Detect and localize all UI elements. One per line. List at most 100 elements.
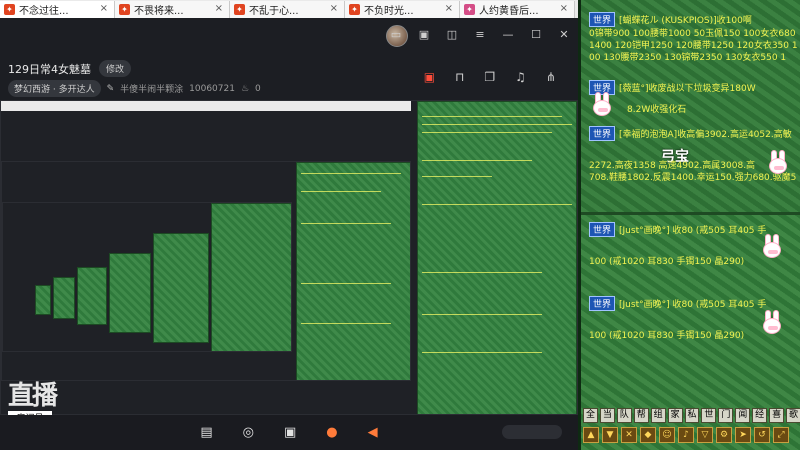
bunny-emote-icon (767, 150, 789, 176)
channel-button[interactable]: 队 (616, 408, 632, 423)
start-live-button[interactable] (502, 425, 562, 439)
speaker-icon[interactable]: ◀ (368, 425, 378, 440)
message-icon[interactable]: ▭ (390, 28, 402, 41)
preview-chat-panel (109, 253, 151, 333)
channel-button[interactable]: 全 (583, 408, 598, 423)
scroll-up-icon[interactable]: ▲ (583, 427, 599, 443)
bell-icon[interactable]: ♫ (515, 70, 526, 84)
room-subtitle: 半傻半闹半颗涂 (120, 85, 184, 95)
channel-button[interactable]: 帮 (633, 408, 649, 423)
copy-icon[interactable]: ❐ (484, 70, 495, 84)
preview-chat-panel (211, 203, 291, 351)
chat-message: 世界 [Just°画晚°] 收80 (戒505 耳405 手 (589, 222, 766, 237)
beauty-icon[interactable]: ◎ (243, 425, 254, 440)
channel-button[interactable]: 家 (667, 408, 683, 423)
tab-label: 不念过往... (19, 6, 69, 17)
browser-tab-4[interactable]: ✦ 不负时光... × (345, 1, 460, 18)
emoji-icon[interactable]: ☺ (659, 427, 675, 443)
chat-message: 8.2W收强化石 (627, 105, 687, 115)
preview-chat-panel (153, 233, 209, 343)
room-id: 10060721 (189, 83, 235, 94)
world-channel-tag[interactable]: 世界 (589, 222, 616, 237)
browser-tab-3[interactable]: ✦ 不乱于心... × (230, 1, 345, 18)
maximize-icon[interactable]: ☐ (530, 28, 542, 41)
gift-icon[interactable]: ▣ (424, 70, 435, 84)
app-icon: ✦ (464, 4, 475, 15)
chat-message: 世界 [蝴蝶花ル (KUSKPIOS)]收100啊 (589, 12, 752, 27)
settings-icon[interactable]: ⚙ (716, 427, 732, 443)
world-channel-tag[interactable]: 世界 (589, 296, 616, 311)
minimize-icon[interactable]: — (502, 28, 514, 41)
bunny-emote-icon (761, 310, 783, 336)
camera-icon[interactable]: ▣ (284, 425, 296, 440)
tab-close-icon[interactable]: × (560, 3, 568, 14)
game-category-chip[interactable]: 梦幻西游 · 多开达人 (8, 80, 101, 97)
tab-close-icon[interactable]: × (215, 3, 223, 14)
channel-button[interactable]: 私 (684, 408, 700, 423)
clothing-icon[interactable]: ▣ (418, 28, 430, 41)
close-icon[interactable]: ✕ (558, 28, 570, 41)
chat-message: 708.鞋腰1802.反震1400.幸运150.强力680.驱魔5 (589, 173, 797, 183)
room-title: 129日常4女魅墓 (8, 62, 91, 76)
chat-channel-buttons: 全 当 队 帮 组 家 私 世 门 闻 经 喜 歌 (583, 408, 800, 424)
bunny-emote-icon (761, 234, 783, 260)
chat-message: 100 (戒1020 耳830 手镯150 晶290) (589, 257, 745, 267)
channel-button[interactable]: 喜 (769, 408, 785, 423)
tab-label: 不乱于心... (249, 6, 299, 17)
bunny-emote-icon (591, 92, 613, 118)
channel-button[interactable]: 当 (599, 408, 615, 423)
stream-preview-level-2 (1, 161, 411, 381)
preview-chat-panel (35, 285, 51, 315)
preview-chat-panel (417, 101, 577, 414)
expand-icon[interactable]: ⤢ (773, 427, 789, 443)
room-title-row: 129日常4女魅墓 修改 (8, 60, 132, 77)
room-info-row: 梦幻西游 · 多开达人 ✎ 半傻半闹半颗涂 10060721 ♨ 0 (8, 80, 261, 97)
preview-chat-panel (53, 277, 75, 319)
scene-icon[interactable]: ▤ (200, 425, 212, 440)
channel-button[interactable]: 经 (752, 408, 768, 423)
tab-close-icon[interactable]: × (445, 3, 453, 14)
channel-button[interactable]: 组 (650, 408, 666, 423)
browser-tab-2[interactable]: ✦ 不畏将来... × (115, 1, 230, 18)
edit-title-button[interactable]: 修改 (99, 60, 132, 77)
world-channel-tag[interactable]: 世界 (589, 126, 616, 141)
channel-button[interactable]: 门 (718, 408, 734, 423)
preview-tab-bar (1, 101, 411, 111)
skin-icon[interactable]: ◫ (446, 28, 458, 41)
screen: ✦ 不念过往... × ✦ 不畏将来... × ✦ 不乱于心... × ✦ 不负… (0, 0, 800, 450)
chat-tool-buttons: ▲ ▼ ✕ ◆ ☺ ♪ ▽ ⚙ ➤ ↺ ⤢ (583, 427, 800, 445)
voice-icon[interactable]: ♪ (678, 427, 694, 443)
filter-icon[interactable]: ▽ (697, 427, 713, 443)
tab-close-icon[interactable]: × (330, 3, 338, 14)
app-icon: ✦ (119, 4, 130, 15)
channel-button[interactable]: 闻 (735, 408, 751, 423)
chat-message: 世界 [幸福的泡泡A]收高偏3902.高运4052.高敏 (589, 126, 792, 141)
chat-message: 世界 [Just°画晚°] 收80 (戒505 耳405 手 (589, 296, 766, 311)
share-icon[interactable]: ⋔ (546, 70, 556, 84)
live-toolbar: ▣ ⊓ ❐ ♫ ⋔ (424, 70, 556, 84)
edit-pencil-icon[interactable]: ✎ (107, 84, 115, 94)
tab-label: 不畏将来... (134, 6, 184, 17)
preview-chat-panel (77, 267, 107, 325)
browser-tab-1[interactable]: ✦ 不念过往... × (0, 1, 115, 18)
tab-close-icon[interactable]: × (100, 3, 108, 14)
chat-message: 00 130腰带2350 130锦带2350 130女衣550 1 (589, 53, 787, 63)
preview-chat-panel (296, 162, 410, 380)
channel-button[interactable]: 世 (701, 408, 717, 423)
send-icon[interactable]: ➤ (735, 427, 751, 443)
lock-icon[interactable]: ⊓ (455, 70, 464, 84)
scroll-down-icon[interactable]: ▼ (602, 427, 618, 443)
browser-tab-5[interactable]: ✦ 人约黄昏后... × (460, 1, 575, 18)
browser-tab-bar: ✦ 不念过往... × ✦ 不畏将来... × ✦ 不乱于心... × ✦ 不负… (0, 0, 578, 18)
app-icon: ✦ (4, 4, 15, 15)
menu-icon[interactable]: ≡ (474, 28, 486, 41)
microphone-icon[interactable]: ● (326, 425, 337, 440)
history-icon[interactable]: ↺ (754, 427, 770, 443)
heat-icon: ♨ (240, 83, 250, 94)
world-channel-tag[interactable]: 世界 (589, 12, 616, 27)
clear-icon[interactable]: ✕ (621, 427, 637, 443)
app-icon: ✦ (349, 4, 360, 15)
channel-button[interactable]: 歌 (786, 408, 800, 423)
chat-divider (581, 212, 800, 215)
lock-scroll-icon[interactable]: ◆ (640, 427, 656, 443)
